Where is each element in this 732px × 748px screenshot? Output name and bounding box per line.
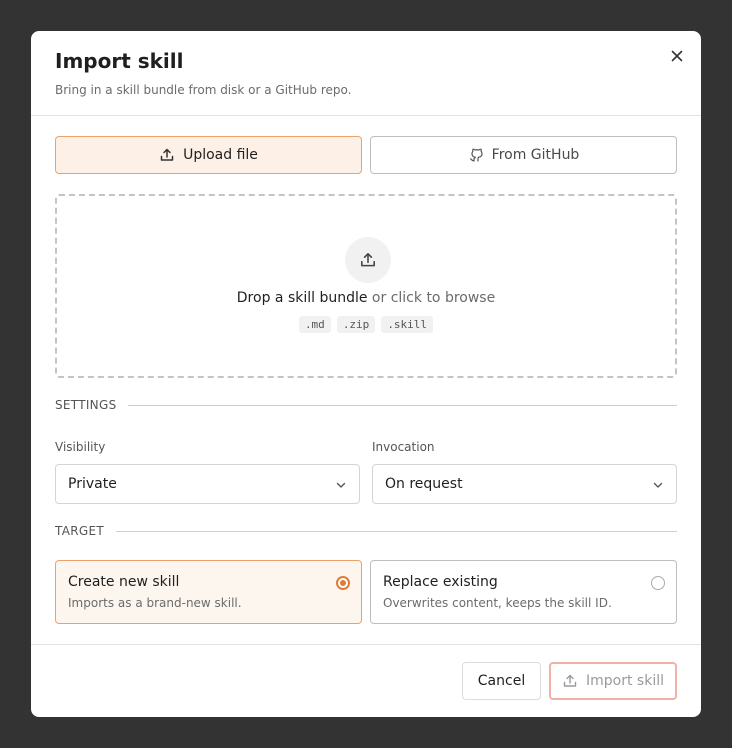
option-title: Create new skill — [68, 574, 180, 590]
settings-heading-label: SETTINGS — [55, 398, 117, 412]
import-label: Import skill — [586, 673, 664, 689]
extension-badge: .skill — [381, 316, 434, 333]
extension-badge: .zip — [336, 316, 376, 333]
invocation-select[interactable]: On request — [372, 464, 677, 504]
target-option-replace-existing[interactable]: Replace existing Overwrites content, kee… — [370, 560, 677, 624]
file-dropzone[interactable]: Drop a skill bundle or click to browse .… — [55, 194, 677, 378]
tab-github-label: From GitHub — [491, 147, 580, 163]
invocation-label: Invocation — [372, 440, 435, 454]
accepted-extensions: .md .zip .skill — [57, 316, 675, 333]
visibility-value: Private — [68, 476, 117, 492]
tab-upload-label: Upload file — [183, 147, 258, 163]
close-icon — [671, 50, 683, 62]
visibility-label: Visibility — [55, 440, 106, 454]
invocation-value: On request — [385, 476, 463, 492]
footer-divider — [31, 644, 701, 645]
target-heading-label: TARGET — [55, 524, 104, 538]
tab-from-github[interactable]: From GitHub — [370, 136, 677, 174]
import-skill-dialog: Import skill Bring in a skill bundle fro… — [31, 31, 701, 717]
settings-section-heading: SETTINGS — [55, 397, 677, 413]
target-section-heading: TARGET — [55, 523, 677, 539]
upload-icon — [563, 674, 577, 687]
dropzone-instruction: Drop a skill bundle or click to browse — [57, 290, 675, 306]
option-description: Imports as a brand-new skill. — [68, 596, 242, 610]
dialog-subtitle: Bring in a skill bundle from disk or a G… — [55, 83, 352, 97]
radio-unselected[interactable] — [651, 576, 665, 590]
target-option-create-new[interactable]: Create new skill Imports as a brand-new … — [55, 560, 362, 624]
extension-badge: .md — [298, 316, 331, 333]
cancel-label: Cancel — [477, 673, 526, 689]
dropzone-instruction-strong: Drop a skill bundle — [236, 290, 368, 306]
chevron-down-icon — [336, 482, 346, 488]
upload-icon — [361, 253, 375, 267]
section-divider — [128, 404, 677, 406]
option-description: Overwrites content, keeps the skill ID. — [383, 596, 612, 610]
option-title: Replace existing — [383, 574, 498, 590]
github-icon — [469, 148, 483, 162]
dropzone-instruction-rest: or click to browse — [367, 290, 496, 306]
upload-icon — [160, 148, 174, 161]
import-skill-button[interactable]: Import skill — [549, 662, 677, 700]
dialog-header: Import skill Bring in a skill bundle fro… — [31, 31, 701, 116]
visibility-select[interactable]: Private — [55, 464, 360, 504]
radio-selected[interactable] — [336, 576, 350, 590]
close-button[interactable] — [667, 46, 687, 66]
tab-upload-file[interactable]: Upload file — [55, 136, 362, 174]
dropzone-upload-icon-circle — [345, 237, 391, 283]
chevron-down-icon — [653, 482, 663, 488]
cancel-button[interactable]: Cancel — [462, 662, 541, 700]
section-divider — [115, 530, 677, 532]
dialog-title: Import skill — [55, 49, 184, 73]
